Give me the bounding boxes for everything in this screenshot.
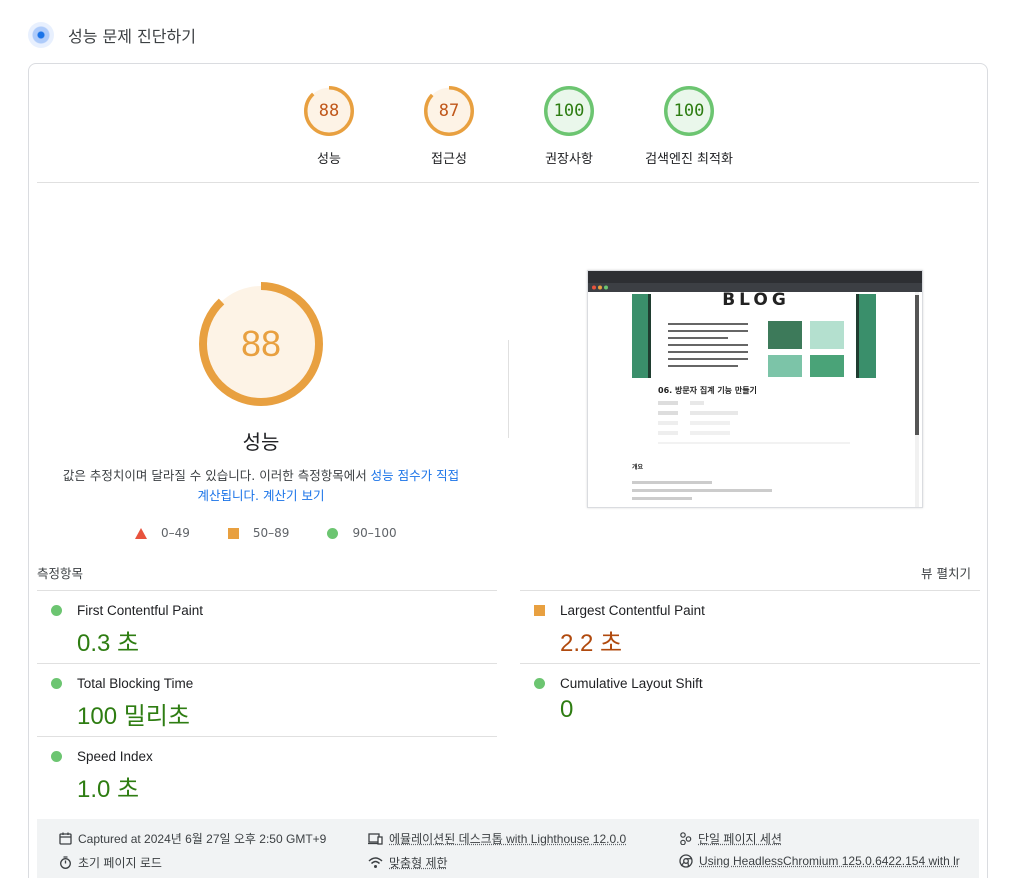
performance-gauge: 88 (199, 282, 323, 406)
metric-name: Largest Contentful Paint (560, 603, 705, 618)
performance-title: 성능 (242, 430, 280, 454)
legend-label: 50–89 (252, 526, 290, 540)
pass-circle-icon (51, 751, 62, 762)
score-ring: 88 (304, 86, 354, 136)
square-icon (227, 527, 239, 539)
score-ring: 87 (424, 86, 474, 136)
session-type[interactable]: 단일 페이지 세션 (679, 830, 782, 847)
expand-view-button[interactable]: 뷰 펼치기 (921, 563, 971, 582)
lighthouse-logo-icon (28, 22, 54, 48)
legend-pass: 90–100 (327, 526, 397, 540)
gauge-label: 검색엔진 최적화 (645, 152, 733, 167)
page-title: 성능 문제 진단하기 (68, 27, 196, 46)
triangle-icon (135, 527, 147, 539)
post-title: 06. 방문자 집계 기능 만들기 (658, 385, 757, 395)
browser-info[interactable]: Using HeadlessChromium 125.0.6422.154 wi… (679, 854, 960, 868)
gauge-label: 권장사항 (545, 152, 593, 167)
gauge-label: 접근성 (431, 152, 467, 167)
load-text: 초기 페이지 로드 (78, 856, 162, 870)
calendar-icon (59, 832, 72, 845)
device-emulation[interactable]: 에뮬레이션된 데스크톱 with Lighthouse 12.0.0 (368, 830, 626, 847)
score-value: 87 (438, 101, 460, 121)
score-value: 100 (673, 101, 705, 121)
wifi-icon (368, 857, 383, 868)
pass-circle-icon (534, 678, 545, 689)
score-legend: 0–49 50–89 90–100 (135, 526, 435, 540)
nodes-icon (680, 832, 692, 845)
legend-label: 0–49 (161, 526, 190, 540)
throttle-text: 맞춤형 제한 (389, 856, 448, 870)
page-load: 초기 페이지 로드 (59, 854, 162, 871)
metric-cls: Cumulative Layout Shift 0 (520, 663, 980, 736)
metric-value: 2.2 초 (560, 630, 623, 657)
metric-tbt: Total Blocking Time 100 밀리초 (37, 663, 497, 736)
desktop-icon (368, 833, 383, 845)
metric-name: First Contentful Paint (77, 603, 204, 618)
divider (37, 182, 979, 183)
legend-label: 90–100 (352, 526, 397, 540)
pass-circle-icon (51, 678, 62, 689)
throttling[interactable]: 맞춤형 제한 (368, 854, 448, 871)
captured-at: Captured at 2024년 6월 27일 오후 2:50 GMT+9 (59, 830, 326, 847)
metric-name: Total Blocking Time (77, 676, 194, 691)
calculator-link[interactable]: 계산기 보기 (263, 488, 324, 503)
metric-value: 0.3 초 (77, 630, 140, 657)
gauge-seo[interactable]: 100 검색엔진 최적화 (629, 86, 749, 167)
section-heading: 개요 (632, 463, 644, 471)
metric-lcp: Largest Contentful Paint 2.2 초 (520, 590, 980, 663)
metric-name: Speed Index (77, 749, 153, 764)
session-text: 단일 페이지 세션 (698, 832, 782, 846)
gauge-label: 성능 (317, 152, 341, 167)
metrics-label: 측정항목 (37, 566, 84, 581)
device-text: 에뮬레이션된 데스크톱 with Lighthouse 12.0.0 (389, 832, 627, 846)
performance-score: 88 (240, 323, 282, 364)
metric-name: Cumulative Layout Shift (560, 676, 703, 691)
report-header: 성능 문제 진단하기 (28, 20, 196, 50)
final-screenshot[interactable]: BLOG 06. 방문자 집계 기능 만들기 개요 (587, 270, 923, 508)
score-value: 88 (318, 101, 340, 121)
report-card: 88 성능 87 접근성 100 권장사항 100 검색엔진 최적화 88 성능… (28, 63, 988, 878)
legend-fail: 0–49 (135, 526, 190, 540)
circle-icon (327, 527, 339, 539)
category-gauges: 88 성능 87 접근성 100 권장사항 100 검색엔진 최적화 (29, 86, 987, 186)
metric-value: 100 밀리초 (77, 703, 190, 730)
gauge-accessibility[interactable]: 87 접근성 (389, 86, 509, 167)
gauge-performance[interactable]: 88 성능 (269, 86, 389, 167)
timer-icon (60, 856, 71, 869)
metric-value: 0 (560, 696, 574, 723)
browser-text: Using HeadlessChromium 125.0.6422.154 wi… (699, 854, 960, 868)
performance-description: 값은 추정치이며 달라질 수 있습니다. 이러한 측정항목에서 성능 점수가 직… (59, 466, 463, 506)
metric-value: 1.0 초 (77, 776, 140, 803)
screenshot-thumbnail: BLOG 06. 방문자 집계 기능 만들기 개요 (588, 271, 922, 507)
description-text: 값은 추정치이며 달라질 수 있습니다. 이러한 측정항목에서 (62, 468, 371, 483)
score-ring: 100 (664, 86, 714, 136)
metrics-header: 측정항목 뷰 펼치기 (37, 563, 979, 589)
runtime-settings: Captured at 2024년 6월 27일 오후 2:50 GMT+9 에… (37, 819, 979, 878)
metric-fcp: First Contentful Paint 0.3 초 (37, 590, 497, 663)
blog-heading: BLOG (722, 290, 790, 310)
legend-average: 50–89 (227, 526, 290, 540)
metric-si: Speed Index 1.0 초 (37, 736, 497, 809)
vertical-divider (508, 340, 509, 438)
score-ring: 100 (544, 86, 594, 136)
gauge-best-practices[interactable]: 100 권장사항 (509, 86, 629, 167)
chrome-icon (679, 854, 693, 868)
pass-circle-icon (51, 605, 62, 616)
score-value: 100 (553, 101, 585, 121)
average-square-icon (534, 605, 545, 616)
captured-text: Captured at 2024년 6월 27일 오후 2:50 GMT+9 (78, 832, 327, 846)
